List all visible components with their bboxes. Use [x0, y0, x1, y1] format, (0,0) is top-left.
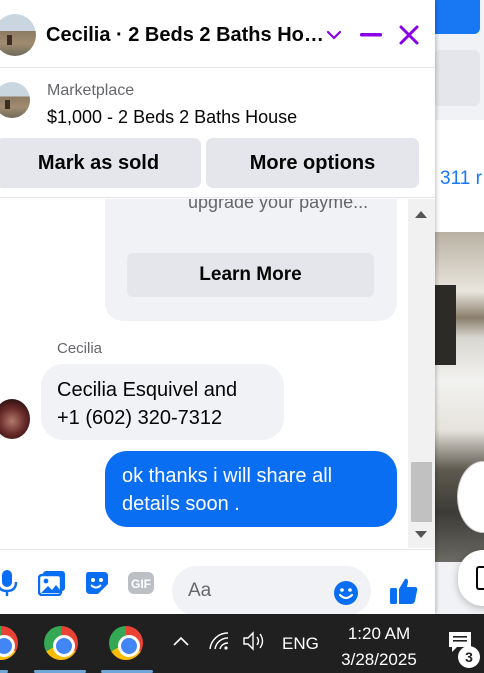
- windows-taskbar: ENG 1:20 AM 3/28/2025 3: [0, 614, 484, 673]
- background-link[interactable]: 311 r: [440, 168, 484, 190]
- marketplace-label: Marketplace: [47, 82, 135, 99]
- like-icon[interactable]: [389, 576, 419, 606]
- info-card-text: emails or requests to upgrade your payme…: [188, 199, 369, 212]
- incoming-message-line: +1 (602) 320-7312: [57, 407, 223, 429]
- wifi-icon[interactable]: [208, 631, 232, 656]
- message-scrollbar[interactable]: [408, 199, 435, 548]
- volume-icon[interactable]: [242, 631, 266, 656]
- photo-icon[interactable]: [37, 568, 67, 598]
- sticker-icon[interactable]: [82, 568, 112, 598]
- listing-thumbnail[interactable]: [0, 82, 30, 118]
- gif-label: GIF: [131, 577, 151, 591]
- more-options-button[interactable]: More options: [206, 138, 419, 188]
- clock-date: 3/28/2025: [341, 650, 417, 669]
- incoming-message[interactable]: Cecilia Esquivel and +1 (602) 320-7312: [41, 364, 284, 440]
- clock[interactable]: 1:20 AM 3/28/2025: [336, 621, 422, 673]
- scroll-thumb[interactable]: [411, 462, 432, 522]
- chevron-down-icon[interactable]: [318, 18, 350, 52]
- chat-title[interactable]: Cecilia · 2 Beds 2 Baths Ho…: [46, 24, 324, 47]
- scroll-up-arrow-icon[interactable]: [415, 211, 427, 218]
- scroll-down-arrow-icon[interactable]: [415, 531, 427, 538]
- chat-window: Cecilia · 2 Beds 2 Baths Ho… Marketplace…: [0, 0, 435, 616]
- learn-more-button[interactable]: Learn More: [127, 253, 374, 297]
- language-indicator[interactable]: ENG: [282, 634, 319, 654]
- gif-icon[interactable]: GIF: [126, 568, 156, 598]
- close-icon[interactable]: [393, 18, 425, 52]
- message-composer: GIF: [0, 549, 435, 616]
- listing-title[interactable]: $1,000 - 2 Beds 2 Baths House: [47, 107, 297, 128]
- chrome-logo-icon: [44, 626, 78, 660]
- minimize-icon[interactable]: [355, 18, 387, 52]
- marketplace-banner: Marketplace $1,000 - 2 Beds 2 Baths Hous…: [0, 68, 435, 198]
- incoming-message-line: Cecilia Esquivel and: [57, 379, 238, 401]
- background-card: [434, 50, 480, 106]
- background-photo-door: [434, 285, 456, 365]
- show-hidden-icons-icon[interactable]: [172, 631, 190, 652]
- chrome-logo-icon: [0, 626, 18, 660]
- outgoing-message-line: details soon .: [122, 493, 240, 515]
- compose-icon: [476, 566, 484, 590]
- sender-avatar[interactable]: [0, 399, 30, 439]
- emoji-icon[interactable]: [331, 578, 361, 608]
- outgoing-message[interactable]: ok thanks i will share all details soon …: [105, 451, 397, 527]
- chrome-logo-icon: [109, 626, 143, 660]
- clock-time: 1:20 AM: [347, 624, 411, 643]
- sender-name: Cecilia: [57, 340, 103, 357]
- listing-avatar[interactable]: [0, 14, 36, 56]
- chrome-profile-icon[interactable]: [40, 622, 82, 664]
- chrome-profile-icon[interactable]: [105, 622, 147, 664]
- message-list[interactable]: emails or requests to upgrade your payme…: [0, 199, 408, 549]
- outgoing-message-line: ok thanks i will share all: [122, 465, 333, 487]
- info-card-bubble: emails or requests to upgrade your payme…: [105, 199, 397, 321]
- mark-as-sold-button[interactable]: Mark as sold: [0, 138, 201, 188]
- microphone-icon[interactable]: [0, 568, 22, 598]
- notification-count-badge: 3: [458, 646, 480, 668]
- chrome-profile-icon[interactable]: [0, 622, 22, 664]
- chat-header: Cecilia · 2 Beds 2 Baths Ho…: [0, 0, 435, 68]
